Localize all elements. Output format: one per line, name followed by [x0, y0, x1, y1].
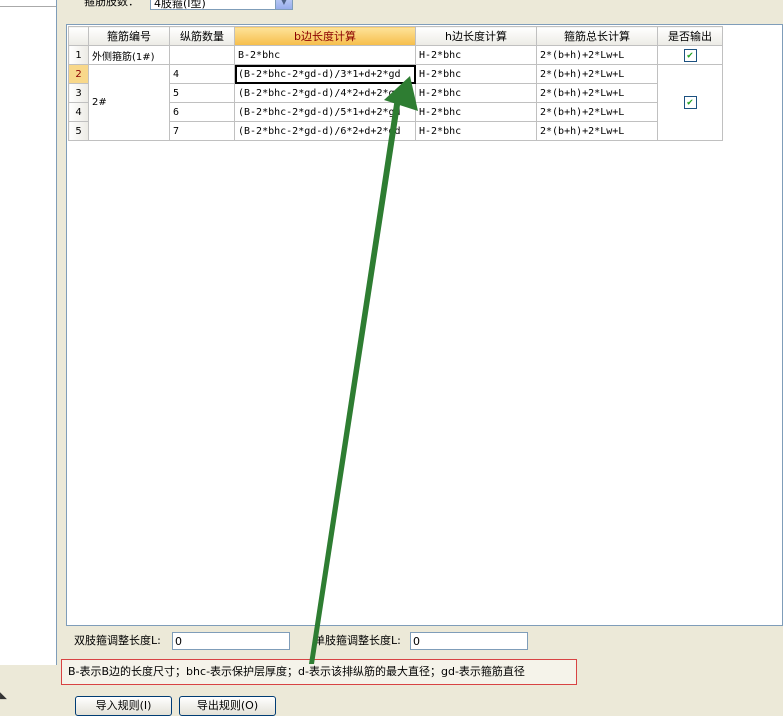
b-length-cell-selected[interactable]: (B-2*bhc-2*gd-d)/3*1+d+2*gd: [234, 64, 416, 84]
header-row: 箍筋编号 纵筋数量 b边长度计算 h边长度计算 箍筋总长计算 是否输出: [68, 26, 723, 46]
stirrup-legs-select[interactable]: 4肢箍(I型) ▼: [150, 0, 293, 10]
rule-grid: 箍筋编号 纵筋数量 b边长度计算 h边长度计算 箍筋总长计算 是否输出 1 外侧…: [66, 24, 783, 626]
total-length-cell[interactable]: 2*(b+h)+2*Lw+L: [536, 121, 658, 141]
col-header-h-length[interactable]: h边长度计算: [415, 26, 537, 46]
output-cell[interactable]: ✔: [657, 45, 723, 65]
total-length-cell[interactable]: 2*(b+h)+2*Lw+L: [536, 102, 658, 122]
bar-count-cell[interactable]: 4: [169, 64, 235, 84]
left-panel: [0, 0, 57, 665]
row-number[interactable]: 1: [68, 45, 89, 65]
output-cell[interactable]: ✔: [657, 64, 723, 141]
total-length-cell[interactable]: 2*(b+h)+2*Lw+L: [536, 83, 658, 103]
b-length-cell[interactable]: (B-2*bhc-2*gd-d)/5*1+d+2*gd: [234, 102, 416, 122]
double-leg-input[interactable]: [172, 632, 290, 650]
stirrup-no-cell[interactable]: 2#: [88, 64, 170, 141]
row-number[interactable]: 2: [68, 64, 89, 84]
row-number[interactable]: 4: [68, 102, 89, 122]
row-number[interactable]: 5: [68, 121, 89, 141]
h-length-cell[interactable]: H-2*bhc: [415, 45, 537, 65]
col-header-stirrup-no[interactable]: 箍筋编号: [88, 26, 170, 46]
output-checkbox[interactable]: ✔: [683, 96, 697, 109]
b-length-cell[interactable]: (B-2*bhc-2*gd-d)/4*2+d+2*gd: [234, 83, 416, 103]
export-rules-button[interactable]: 导出规则(O): [179, 696, 276, 716]
bar-count-cell[interactable]: 5: [169, 83, 235, 103]
corner-header: [68, 26, 89, 46]
h-length-cell[interactable]: H-2*bhc: [415, 102, 537, 122]
col-header-b-length[interactable]: b边长度计算: [234, 26, 416, 46]
double-leg-label: 双肢箍调整长度L:: [74, 634, 161, 647]
h-length-cell[interactable]: H-2*bhc: [415, 121, 537, 141]
chevron-down-icon[interactable]: ▼: [275, 0, 292, 9]
single-leg-group: 单肢箍调整长度L:: [314, 632, 614, 652]
bar-count-cell[interactable]: 6: [169, 102, 235, 122]
single-leg-label: 单肢箍调整长度L:: [314, 634, 401, 647]
stirrup-legs-value: 4肢箍(I型): [154, 0, 206, 10]
col-header-bar-count[interactable]: 纵筋数量: [169, 26, 235, 46]
table-row[interactable]: 2 2# 4 (B-2*bhc-2*gd-d)/3*1+d+2*gd H-2*b…: [68, 64, 723, 141]
col-header-output[interactable]: 是否输出: [657, 26, 723, 46]
bar-count-cell[interactable]: [169, 45, 235, 65]
stirrup-legs-label: 箍筋肢数：: [84, 0, 139, 8]
stirrup-rule-table: 箍筋编号 纵筋数量 b边长度计算 h边长度计算 箍筋总长计算 是否输出 1 外侧…: [68, 26, 723, 141]
bar-count-cell[interactable]: 7: [169, 121, 235, 141]
top-toolbar: 箍筋肢数： 4肢箍(I型) ▼: [66, 0, 783, 20]
resize-grip-icon[interactable]: ◣: [0, 691, 7, 701]
stirrup-no-cell[interactable]: 外侧箍筋(1#): [88, 45, 170, 65]
total-length-cell[interactable]: 2*(b+h)+2*Lw+L: [536, 64, 658, 84]
h-length-cell[interactable]: H-2*bhc: [415, 64, 537, 84]
b-length-cell[interactable]: B-2*bhc: [234, 45, 416, 65]
output-checkbox[interactable]: ✔: [683, 48, 697, 62]
import-rules-button[interactable]: 导入规则(I): [75, 696, 172, 716]
col-header-total-length[interactable]: 箍筋总长计算: [536, 26, 658, 46]
left-panel-divider: [0, 6, 56, 7]
single-leg-input[interactable]: [410, 632, 528, 650]
total-length-cell[interactable]: 2*(b+h)+2*Lw+L: [536, 45, 658, 65]
row-number[interactable]: 3: [68, 83, 89, 103]
table-row[interactable]: 1 外侧箍筋(1#) B-2*bhc H-2*bhc 2*(b+h)+2*Lw+…: [68, 45, 723, 65]
h-length-cell[interactable]: H-2*bhc: [415, 83, 537, 103]
symbol-legend: B-表示B边的长度尺寸；bhc-表示保护层厚度；d-表示该排纵筋的最大直径；gd…: [61, 659, 577, 685]
b-length-cell[interactable]: (B-2*bhc-2*gd-d)/6*2+d+2*gd: [234, 121, 416, 141]
